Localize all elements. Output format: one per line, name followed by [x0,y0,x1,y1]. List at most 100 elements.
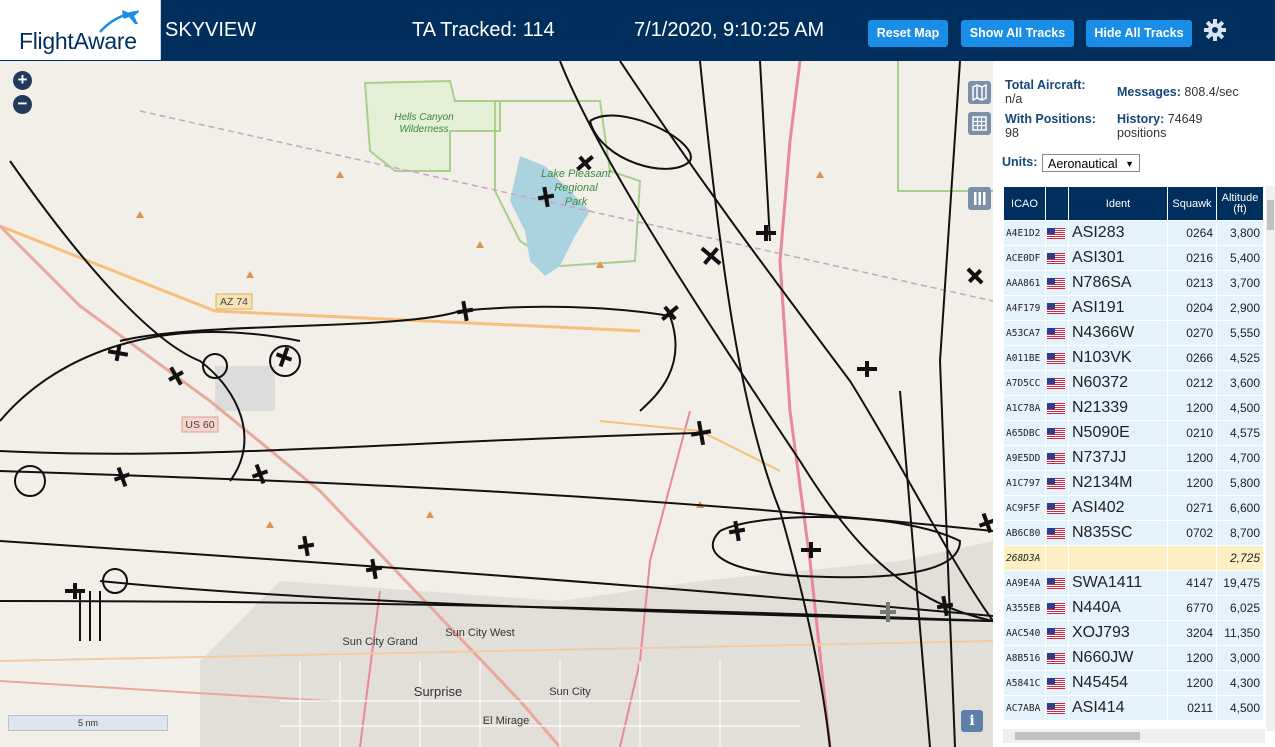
units-label: Units: [1002,155,1038,169]
zoom-out-button[interactable]: − [13,95,32,114]
table-row[interactable]: A4E1D2 ASI283 0264 3,800 [1004,221,1263,245]
cell-ident: N2134M [1069,471,1167,495]
cell-altitude: 2,725 [1217,546,1263,570]
cell-squawk: 1200 [1168,446,1216,470]
svg-text:Regional: Regional [554,182,598,194]
table-row[interactable]: ACE0DF ASI301 0216 5,400 [1004,246,1263,270]
cell-ident: N786SA [1069,271,1167,295]
table-row[interactable]: A9E5DD N737JJ 1200 4,700 [1004,446,1263,470]
map-view[interactable]: Hells Canyon Wilderness Lake Pleasant Re… [0,61,993,747]
cell-flag [1046,246,1068,270]
table-row[interactable]: A7D5CC N60372 0212 3,600 [1004,371,1263,395]
horizontal-scrollbar[interactable] [1003,729,1265,743]
cell-altitude: 4,500 [1217,396,1263,420]
table-row[interactable]: A53CA7 N4366W 0270 5,550 [1004,321,1263,345]
column-header-ident[interactable]: Ident [1069,187,1167,220]
grid-toggle-button[interactable] [968,112,991,135]
column-toggle-button[interactable] [968,187,991,210]
cell-altitude: 5,800 [1217,471,1263,495]
table-row[interactable]: 268D3A 2,725 [1004,546,1263,570]
cell-altitude: 3,000 [1217,646,1263,670]
us-flag-icon [1047,477,1067,489]
us-flag-icon [1047,402,1067,414]
gear-icon[interactable] [1203,18,1227,42]
cell-ident: N60372 [1069,371,1167,395]
cell-altitude: 2,900 [1217,296,1263,320]
messages-label: Messages: [1117,85,1181,99]
map-canvas[interactable]: Hells Canyon Wilderness Lake Pleasant Re… [0,61,993,747]
cell-ident: N737JJ [1069,446,1167,470]
horizontal-scroll-thumb[interactable] [1015,732,1140,740]
messages-value: 808.4/sec [1184,85,1239,99]
with-positions-stat: With Positions: 98 [1005,112,1096,140]
vertical-scrollbar[interactable] [1266,186,1275,731]
table-row[interactable]: A8B516 N660JW 1200 3,000 [1004,646,1263,670]
table-row[interactable]: A65DBC N5090E 0210 4,575 [1004,421,1263,445]
us-flag-icon [1047,327,1067,339]
table-row[interactable]: AC7ABA ASI414 0211 4,500 [1004,696,1263,720]
info-icon[interactable]: i [961,710,983,732]
with-positions-value: 98 [1005,126,1019,140]
messages-stat: Messages: 808.4/sec [1117,85,1239,99]
cell-icao: A9E5DD [1004,446,1045,470]
cell-icao: ACE0DF [1004,246,1045,270]
map-layers-button[interactable] [968,81,991,104]
cell-altitude: 8,700 [1217,521,1263,545]
cell-ident: N440A [1069,596,1167,620]
units-select[interactable]: Aeronautical ▼ [1042,154,1140,172]
us-flag-icon [1047,277,1067,289]
us-flag-icon [1047,677,1067,689]
table-row[interactable]: A5841C N45454 1200 4,300 [1004,671,1263,695]
column-header-altitude[interactable]: Altitude (ft) [1217,187,1263,220]
units-control: Units: [1002,155,1037,169]
table-row[interactable]: AB6C80 N835SC 0702 8,700 [1004,521,1263,545]
label-lake-pleasant: Lake Pleasant [541,168,612,180]
cell-ident: N4366W [1069,321,1167,345]
flightaware-logo[interactable]: FlightAware [0,0,161,60]
cell-flag [1046,421,1068,445]
cell-altitude: 6,025 [1217,596,1263,620]
us-flag-icon [1047,527,1067,539]
cell-altitude: 6,600 [1217,496,1263,520]
table-row[interactable]: AAC540 XOJ793 3204 11,350 [1004,621,1263,645]
total-aircraft-stat: Total Aircraft: n/a [1005,78,1086,106]
table-row[interactable]: A1C797 N2134M 1200 5,800 [1004,471,1263,495]
cell-icao: A4F179 [1004,296,1045,320]
cell-flag [1046,496,1068,520]
cell-icao: A1C797 [1004,471,1045,495]
tracked-count: TA Tracked: 114 [412,19,555,41]
vertical-scroll-thumb[interactable] [1267,200,1274,230]
column-header-icao[interactable]: ICAO [1004,187,1045,220]
altitude-header-unit: (ft) [1233,202,1247,215]
cell-icao: AC7ABA [1004,696,1045,720]
label-sun-city-grand: Sun City Grand [342,636,417,648]
label-hells-canyon: Hells Canyon [394,112,454,123]
cell-squawk: 4147 [1168,571,1216,595]
us-flag-icon [1047,302,1067,314]
cell-flag [1046,596,1068,620]
reset-map-button[interactable]: Reset Map [868,20,948,47]
column-header-flag[interactable] [1046,187,1068,220]
cell-flag [1046,321,1068,345]
table-row[interactable]: A355EB N440A 6770 6,025 [1004,596,1263,620]
table-row[interactable]: A4F179 ASI191 0204 2,900 [1004,296,1263,320]
label-az74: AZ 74 [220,296,248,308]
table-row[interactable]: AC9F5F ASI402 0271 6,600 [1004,496,1263,520]
us-flag-icon [1047,577,1067,589]
table-row[interactable]: AA9E4A SWA1411 4147 19,475 [1004,571,1263,595]
cell-squawk: 0211 [1168,696,1216,720]
us-flag-icon [1047,702,1067,714]
cell-ident: N660JW [1069,646,1167,670]
hide-all-tracks-button[interactable]: Hide All Tracks [1086,20,1192,47]
total-aircraft-value: n/a [1005,92,1023,106]
map-icon [972,83,987,102]
show-all-tracks-button[interactable]: Show All Tracks [961,20,1074,47]
cell-icao: A65DBC [1004,421,1045,445]
table-row[interactable]: A1C78A N21339 1200 4,500 [1004,396,1263,420]
column-header-squawk[interactable]: Squawk [1168,187,1216,220]
cell-altitude: 19,475 [1217,571,1263,595]
table-row[interactable]: A011BE N103VK 0266 4,525 [1004,346,1263,370]
table-row[interactable]: AAA861 N786SA 0213 3,700 [1004,271,1263,295]
cell-icao: A53CA7 [1004,321,1045,345]
zoom-in-button[interactable]: + [13,71,32,90]
